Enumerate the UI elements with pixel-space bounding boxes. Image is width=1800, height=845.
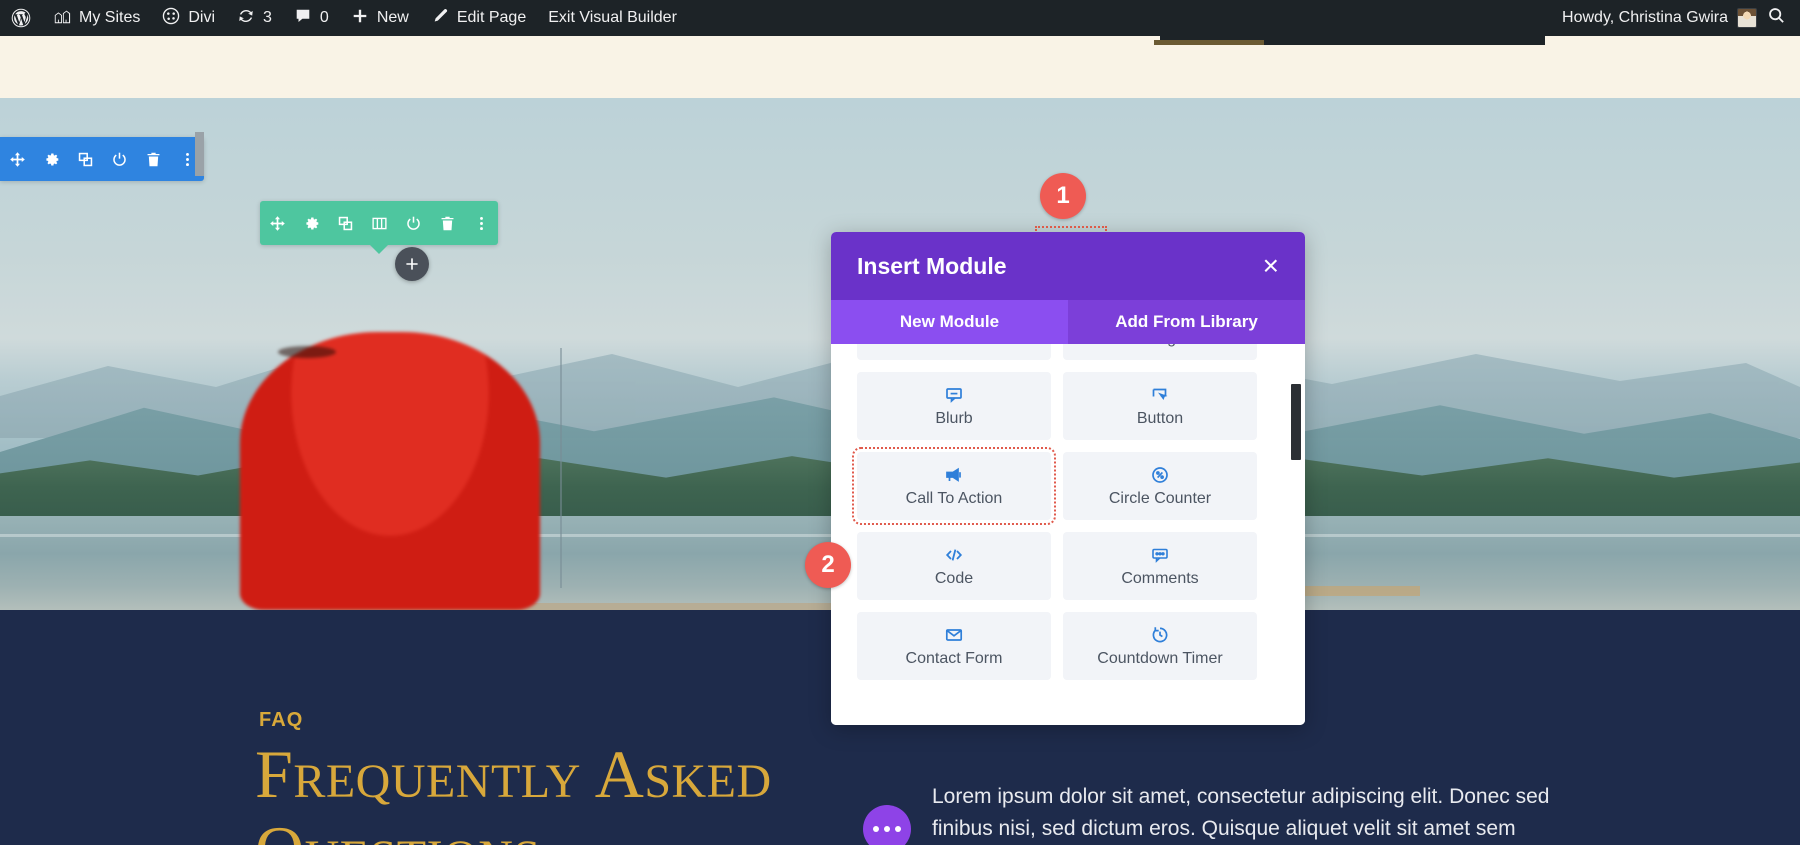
dialog-tabs: New Module Add From Library xyxy=(831,300,1305,344)
revisions-icon xyxy=(237,7,255,30)
wp-admin-bar: My Sites Divi 3 0 New Edit Page Exit Vis… xyxy=(0,0,1800,36)
dialog-title: Insert Module xyxy=(857,252,1007,279)
plus-icon xyxy=(351,7,369,30)
row-more-options-button[interactable] xyxy=(464,201,498,245)
module-card-call-to-action[interactable]: Call To Action xyxy=(852,447,1056,525)
insert-module-dialog: Insert Module × New Module Add From Libr… xyxy=(831,232,1305,725)
module-card-countdown-timer[interactable]: Countdown Timer xyxy=(1063,612,1257,680)
section-settings-button[interactable] xyxy=(34,137,68,181)
module-label: Blog xyxy=(1144,344,1176,348)
move-row-button[interactable] xyxy=(260,201,294,245)
module-grid: Bar Counters Blog Blurb xyxy=(852,344,1257,680)
circle-counter-icon xyxy=(1150,465,1170,485)
adminbar-label: Edit Page xyxy=(456,9,527,26)
faq-eyebrow: FAQ xyxy=(259,709,304,731)
page-scrollbar-thumb[interactable] xyxy=(195,132,204,176)
section-settings-toolbar[interactable] xyxy=(0,137,204,181)
search-icon xyxy=(1767,6,1786,30)
module-card-blog[interactable]: Blog xyxy=(1063,344,1257,360)
step-badge-2: 2 xyxy=(805,542,851,588)
close-icon[interactable]: × xyxy=(1263,252,1279,280)
duplicate-section-button[interactable] xyxy=(68,137,102,181)
module-label: Code xyxy=(934,569,974,587)
ellipsis-horizontal-icon[interactable] xyxy=(863,805,911,845)
disable-section-button[interactable] xyxy=(102,137,136,181)
delete-row-button[interactable] xyxy=(430,201,464,245)
page-title: Frequently Asked Questions xyxy=(255,736,772,845)
blurb-icon xyxy=(944,385,964,405)
dialog-scrollbar-thumb[interactable] xyxy=(1291,384,1301,460)
pencil-icon xyxy=(431,7,449,30)
module-label: Call To Action xyxy=(905,489,1003,507)
module-card-code[interactable]: Code xyxy=(857,532,1051,600)
duplicate-row-button[interactable] xyxy=(328,201,362,245)
row-settings-toolbar[interactable] xyxy=(260,201,498,254)
dialog-header: Insert Module × xyxy=(831,232,1305,300)
adminbar-account[interactable]: Howdy, Christina Gwira xyxy=(1562,8,1757,28)
module-card-circle-counter[interactable]: Circle Counter xyxy=(1063,452,1257,520)
adminbar-item-exit-visual-builder[interactable]: Exit Visual Builder xyxy=(537,0,688,36)
adminbar-label: My Sites xyxy=(79,9,141,26)
module-card-contact-form[interactable]: Contact Form xyxy=(857,612,1051,680)
faq-body-text: Lorem ipsum dolor sit amet, consectetur … xyxy=(932,785,1550,840)
module-label: Contact Form xyxy=(905,649,1003,667)
howdy-label: Howdy, Christina Gwira xyxy=(1562,9,1728,26)
comments-icon xyxy=(1150,545,1170,565)
adminbar-item-new[interactable]: New xyxy=(340,0,420,36)
adminbar-item-my-sites[interactable]: My Sites xyxy=(42,0,151,36)
module-card-bar-counters[interactable]: Bar Counters xyxy=(857,344,1051,360)
hero-person-red xyxy=(240,332,540,610)
adminbar-item-divi[interactable]: Divi xyxy=(151,0,226,36)
hero-pole xyxy=(560,348,562,588)
adminbar-label: 3 xyxy=(263,9,272,26)
adminbar-search-button[interactable] xyxy=(1757,0,1800,36)
divi-icon xyxy=(162,7,180,30)
dialog-scrollbar[interactable] xyxy=(1291,344,1301,725)
adminbar-label: New xyxy=(376,9,409,26)
module-label: Countdown Timer xyxy=(1097,649,1223,667)
adminbar-item-edit-page[interactable]: Edit Page xyxy=(420,0,537,36)
tab-add-from-library[interactable]: Add From Library xyxy=(1068,300,1305,344)
code-icon xyxy=(944,545,964,565)
site-header-band xyxy=(0,36,1800,98)
call-to-action-icon xyxy=(944,465,964,485)
module-label: Bar Counters xyxy=(907,344,1001,348)
contact-form-icon xyxy=(944,625,964,645)
delete-section-button[interactable] xyxy=(136,137,170,181)
header-menu-strip xyxy=(1154,36,1545,45)
countdown-timer-icon xyxy=(1150,625,1170,645)
module-label: Blurb xyxy=(935,409,973,427)
move-section-button[interactable] xyxy=(0,137,34,181)
comments-icon xyxy=(294,7,312,30)
adminbar-label: Divi xyxy=(188,9,216,26)
module-label: Button xyxy=(1136,409,1184,427)
adminbar-item-revisions[interactable]: 3 xyxy=(226,0,283,36)
row-settings-button[interactable] xyxy=(294,201,328,245)
visual-builder-canvas: FAQ Frequently Asked Questions Lorem ips… xyxy=(0,36,1800,845)
add-row-button[interactable] xyxy=(395,247,429,281)
adminbar-item-comments[interactable]: 0 xyxy=(283,0,340,36)
wordpress-logo-icon[interactable] xyxy=(0,0,42,36)
my-sites-icon xyxy=(53,7,71,30)
column-structure-button[interactable] xyxy=(362,201,396,245)
avatar xyxy=(1737,8,1757,28)
dialog-body: Bar Counters Blog Blurb xyxy=(831,344,1305,725)
button-icon xyxy=(1150,385,1170,405)
module-label: Circle Counter xyxy=(1108,489,1212,507)
disable-row-button[interactable] xyxy=(396,201,430,245)
adminbar-label: Exit Visual Builder xyxy=(548,9,677,26)
tab-new-module[interactable]: New Module xyxy=(831,300,1068,344)
module-label: Comments xyxy=(1121,569,1199,587)
module-card-blurb[interactable]: Blurb xyxy=(857,372,1051,440)
step-badge-1: 1 xyxy=(1040,173,1086,219)
adminbar-label: 0 xyxy=(319,9,329,26)
module-card-button[interactable]: Button xyxy=(1063,372,1257,440)
module-card-comments[interactable]: Comments xyxy=(1063,532,1257,600)
